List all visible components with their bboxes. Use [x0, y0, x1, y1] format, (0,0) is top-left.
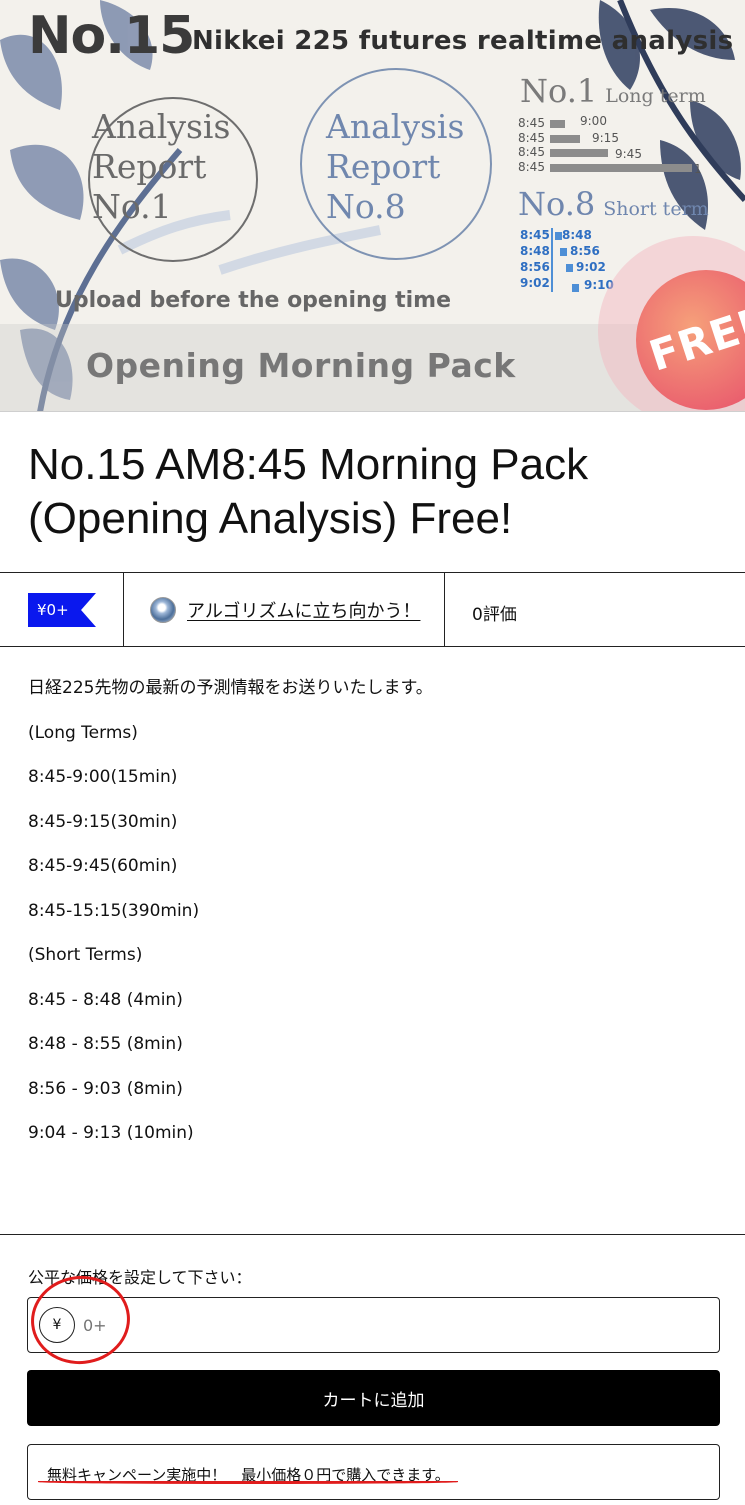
long-row-end: 9:45 — [615, 147, 642, 161]
short-row-end: 9:02 — [576, 260, 606, 274]
long-row-start: 8:45 — [518, 116, 545, 130]
price-tag: ¥0+ — [28, 593, 96, 627]
description-line: 8:45-9:00(15min) — [28, 767, 178, 787]
banner-pack-name: Opening Morning Pack — [86, 346, 516, 385]
description-line: (Short Terms) — [28, 945, 143, 965]
description-line: (Long Terms) — [28, 722, 138, 743]
long-row-end: 9:00 — [580, 114, 607, 128]
banner-number: No.15 — [28, 6, 195, 66]
long-row-end: 1 — [694, 162, 702, 176]
short-row-start: 9:02 — [520, 276, 550, 290]
short-row-bar — [566, 264, 573, 272]
short-axis — [551, 228, 553, 292]
product-meta-row: ¥0+ アルゴリズムに立ち向かう！ 0評価 — [0, 572, 745, 647]
product-title: No.15 AM8:45 Morning Pack (Opening Analy… — [28, 440, 589, 543]
long-term-label: No.1 Long term — [520, 72, 706, 110]
product-description: 日経225先物の最新の予測情報をお送りいたします。 (Long Terms) 8… — [28, 676, 718, 1166]
short-row-start: 8:45 — [520, 228, 550, 242]
long-row-start: 8:45 — [518, 160, 545, 174]
banner-upload-note: Upload before the opening time — [55, 288, 452, 313]
description-line: 8:45-9:45(60min) — [28, 856, 178, 876]
long-row-bar — [550, 120, 565, 128]
description-line: 8:48 - 8:55 (8min) — [28, 1034, 183, 1054]
banner-headline: Nikkei 225 futures realtime analysis — [192, 26, 734, 56]
short-row-end: 8:48 — [562, 228, 592, 242]
description-line: 9:04 - 9:13 (10min) — [28, 1123, 194, 1143]
campaign-notice-text: 無料キャンペーン実施中！ 最小価格０円で購入できます。 — [47, 1466, 450, 1484]
description-line: 8:45-15:15(390min) — [28, 900, 200, 921]
campaign-notice: 無料キャンペーン実施中！ 最小価格０円で購入できます。 — [27, 1444, 720, 1500]
price-field[interactable]: ¥ — [27, 1297, 720, 1353]
product-banner-image: No.15 Nikkei 225 futures realtime analys… — [0, 0, 745, 412]
long-row-bar — [550, 149, 608, 157]
long-row-bar — [550, 135, 580, 143]
meta-divider — [444, 573, 445, 647]
short-row-bar — [555, 232, 562, 240]
short-term-label: No.8 Short term — [518, 185, 709, 223]
short-row-start: 8:56 — [520, 260, 550, 274]
rating-count: 0評価 — [472, 605, 517, 625]
short-row-bar — [560, 248, 567, 256]
long-row-start: 8:45 — [518, 145, 545, 159]
report1-text: Analysis Report No.1 — [92, 107, 231, 226]
long-row-end: 9:15 — [592, 131, 619, 145]
short-row-bar — [572, 284, 579, 292]
report8-text: Analysis Report No.8 — [326, 107, 465, 226]
long-row-start: 8:45 — [518, 131, 545, 145]
description-line: 日経225先物の最新の予測情報をお送りいたします。 — [28, 678, 433, 698]
meta-divider — [123, 573, 124, 647]
author-link[interactable]: アルゴリズムに立ち向かう！ — [187, 597, 420, 623]
description-line: 8:45-9:15(30min) — [28, 811, 178, 832]
description-line: 8:45 - 8:48 (4min) — [28, 989, 183, 1010]
section-divider — [0, 1234, 745, 1235]
description-line: 8:56 - 9:03 (8min) — [28, 1078, 183, 1099]
author-link-wrap[interactable]: アルゴリズムに立ち向かう！ — [150, 597, 420, 623]
author-avatar[interactable] — [150, 597, 176, 623]
add-to-cart-button[interactable]: カートに追加 — [27, 1370, 720, 1426]
short-row-end: 8:56 — [570, 244, 600, 258]
yen-icon: ¥ — [39, 1307, 75, 1343]
long-row-bar — [550, 164, 692, 172]
short-row-start: 8:48 — [520, 244, 550, 258]
price-input[interactable] — [83, 1312, 483, 1338]
price-label: 公平な価格を設定して下さい： — [28, 1268, 252, 1287]
